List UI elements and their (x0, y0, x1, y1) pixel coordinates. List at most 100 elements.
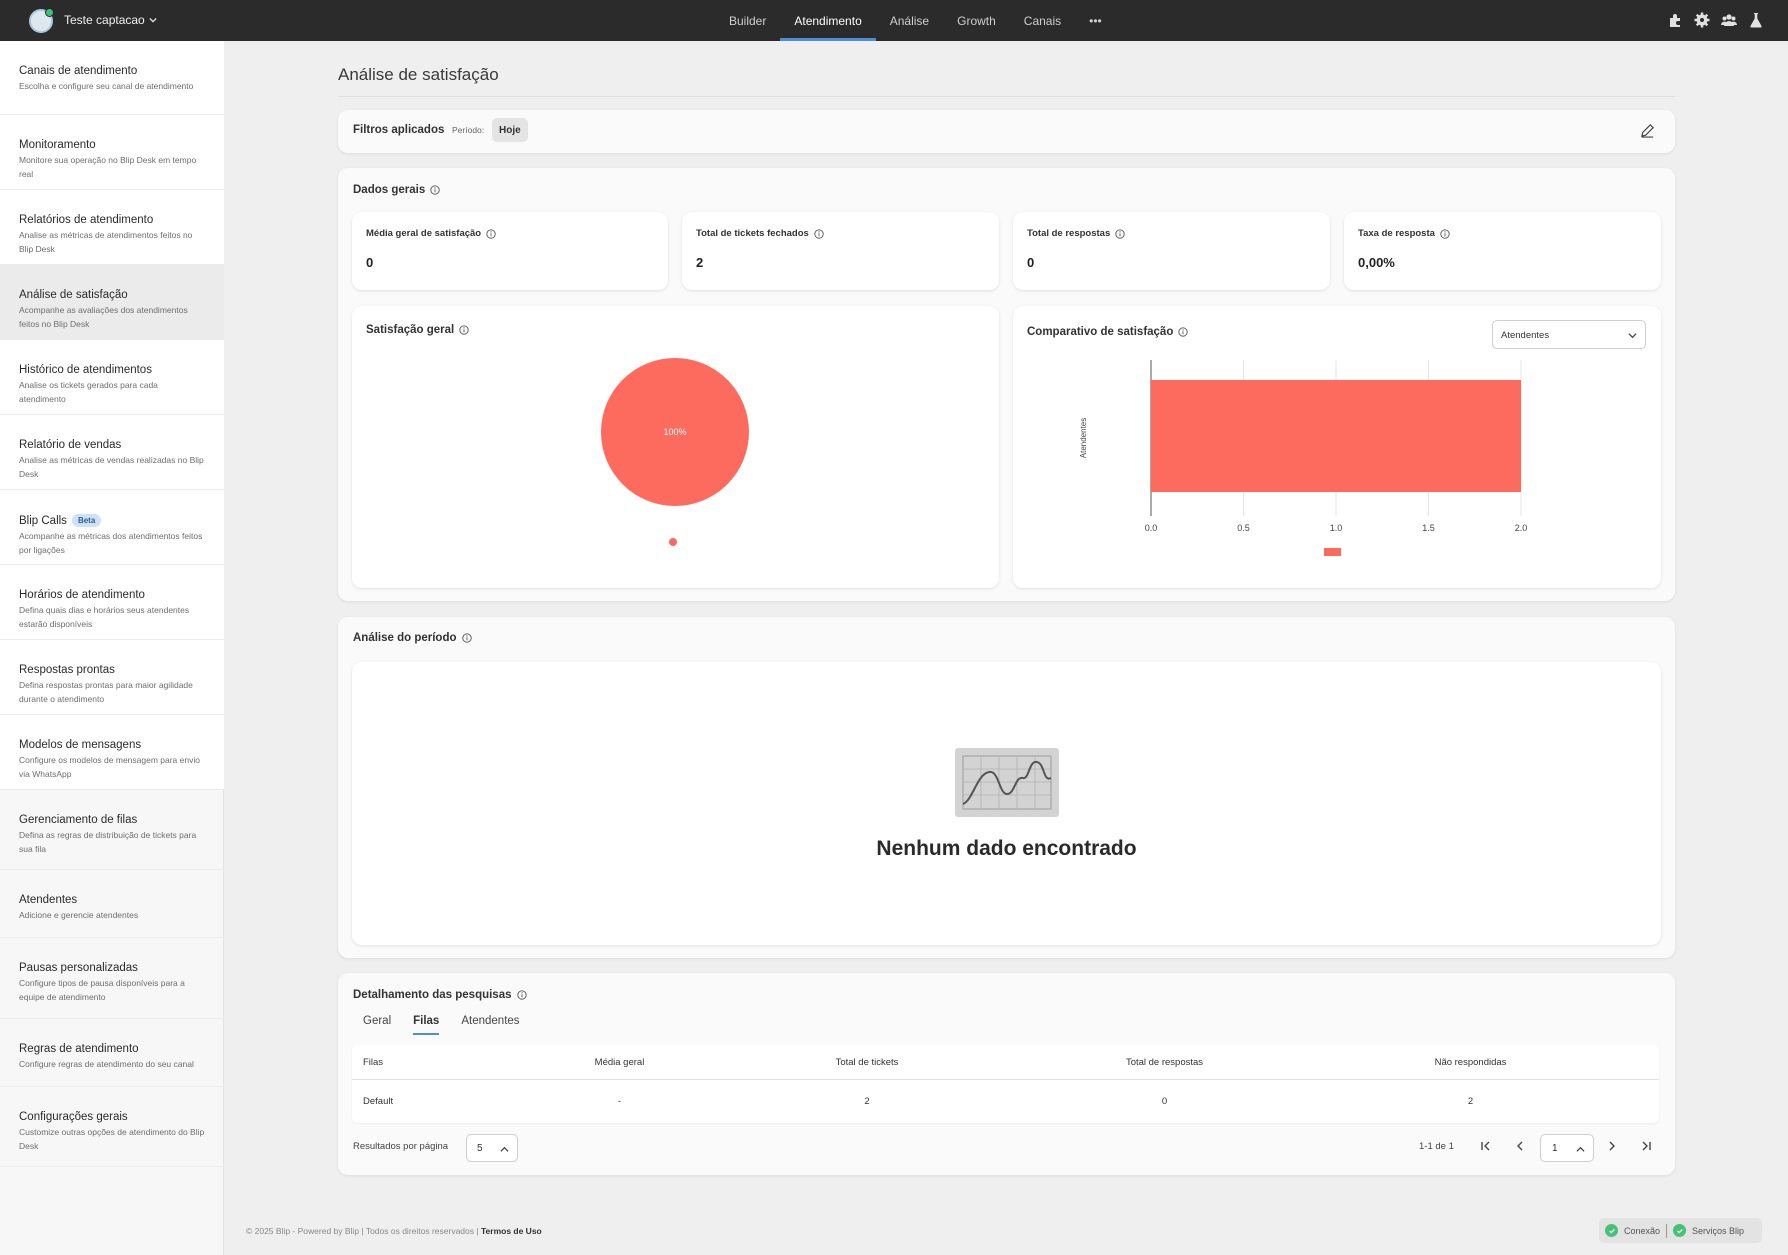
column-header[interactable]: Não respondidas (1282, 1057, 1659, 1068)
sidebar-item-desc: Acompanhe as avaliações dos atendimentos… (19, 305, 188, 329)
section-title-text: Dados gerais (353, 184, 426, 196)
sidebar-item-filas[interactable]: Gerenciamento de filas Defina as regras … (0, 790, 224, 870)
sidebar-item-modelos[interactable]: Modelos de mensagens Configure os modelo… (0, 715, 224, 790)
period-chip[interactable]: Hoje (492, 118, 528, 142)
x-tick-label: 2.0 (1515, 523, 1528, 533)
sidebar-item-atendentes[interactable]: Atendentes Adicione e gerencie atendente… (0, 870, 224, 938)
metric-value: 0 (366, 255, 374, 270)
check-icon (1673, 1224, 1687, 1237)
sidebar-item-desc: Defina respostas prontas para maior agil… (19, 680, 193, 704)
metric-value: 2 (696, 255, 704, 270)
account-switcher[interactable]: Teste captacao (64, 13, 157, 27)
sidebar-item-regras[interactable]: Regras de atendimento Configure regras d… (0, 1019, 224, 1087)
sidebar-item-canais[interactable]: Canais de atendimento Escolha e configur… (0, 41, 224, 115)
last-page-icon[interactable] (1638, 1138, 1654, 1154)
metric-label: Total de respostas (1027, 228, 1125, 239)
tab-filas[interactable]: Filas (402, 1015, 450, 1035)
edit-pencil-icon[interactable] (1640, 123, 1655, 138)
sidebar-item-desc: Analise os tickets gerados para cada ate… (19, 380, 158, 404)
first-page-icon[interactable] (1478, 1138, 1494, 1154)
sidebar-item-respostas[interactable]: Respostas prontas Defina respostas pront… (0, 640, 224, 715)
period-empty-state: Nenhum dado encontrado (352, 662, 1661, 945)
table-cell: - (617, 1096, 622, 1107)
sidebar-item-title: Relatórios de atendimento (19, 214, 154, 226)
info-icon[interactable] (814, 228, 824, 239)
info-icon[interactable] (516, 990, 527, 1000)
rows-per-page-label: Resultados por página (353, 1141, 449, 1152)
nav-analise[interactable]: Análise (876, 0, 943, 41)
rows-per-page-select[interactable]: 5 (466, 1134, 518, 1162)
chevron-down-icon (149, 17, 157, 23)
sidebar-item-title: Blip Calls Beta (19, 514, 206, 527)
main-nav: Builder Atendimento Análise Growth Canai… (715, 0, 1116, 41)
general-data-title: Dados gerais (353, 184, 440, 196)
nav-atendimento[interactable]: Atendimento (780, 0, 877, 41)
team-icon[interactable] (1721, 12, 1737, 28)
metric-card-taxa: Taxa de resposta 0,00% (1344, 212, 1661, 290)
sidebar-item-desc: Defina quais dias e horários seus atende… (19, 605, 190, 629)
beta-badge: Beta (71, 514, 102, 527)
lab-flask-icon[interactable] (1748, 12, 1764, 28)
account-name: Teste captacao (64, 13, 145, 27)
sidebar-item-relatorios[interactable]: Relatórios de atendimento Analise as mét… (0, 190, 224, 265)
table-cell: 2 (864, 1096, 870, 1107)
sidebar-item-blip-calls[interactable]: Blip Calls Beta Acompanhe as métricas do… (0, 490, 224, 565)
x-tick-label: 1.0 (1330, 523, 1343, 533)
column-header[interactable]: Média geral (552, 1057, 687, 1068)
info-icon[interactable] (461, 633, 472, 643)
title-divider (338, 96, 1675, 97)
comparison-card: Comparativo de satisfação Atendentes 0.0… (1013, 306, 1661, 588)
rows-per-page-value: 5 (477, 1143, 483, 1154)
period-analysis-title: Análise do período (353, 632, 472, 644)
status-connection: Conexão (1624, 1225, 1661, 1236)
sidebar-item-vendas[interactable]: Relatório de vendas Analise as métricas … (0, 415, 224, 490)
sidebar-item-historico[interactable]: Histórico de atendimentos Analise os tic… (0, 340, 224, 415)
info-icon[interactable] (1440, 228, 1450, 239)
sidebar-item-title: Relatório de vendas (19, 439, 122, 451)
bar-chart: 0.0 0.5 1.0 1.5 2.0 Atendentes (1079, 360, 1528, 556)
nav-more-button[interactable]: ••• (1075, 0, 1116, 41)
nav-growth[interactable]: Growth (943, 0, 1010, 41)
tab-geral[interactable]: Geral (352, 1015, 402, 1035)
online-status-icon (45, 8, 54, 17)
column-header[interactable]: Total de respostas (1047, 1057, 1282, 1068)
sidebar-item-pausas[interactable]: Pausas personalizadas Configure tipos de… (0, 938, 224, 1019)
metric-card-respostas: Total de respostas 0 (1013, 212, 1330, 290)
terms-link[interactable]: Termos de Uso (481, 1226, 542, 1236)
column-header[interactable]: Filas (352, 1057, 552, 1068)
sidebar-item-desc: Configure os modelos de mensagem para en… (19, 755, 200, 779)
sidebar-item-analise-satisfacao[interactable]: Análise de satisfação Acompanhe as avali… (0, 265, 224, 340)
tab-atendentes[interactable]: Atendentes (450, 1015, 530, 1035)
y-axis-label: Atendentes (1079, 418, 1088, 458)
sidebar-item-title: Monitoramento (19, 139, 96, 151)
info-icon[interactable] (486, 228, 496, 239)
pie-slice-label: 100% (663, 427, 686, 437)
service-status[interactable]: Conexão Serviços Blip (1599, 1218, 1762, 1243)
sidebar-item-desc: Escolha e configure seu canal de atendim… (19, 81, 194, 91)
sidebar-item-horarios[interactable]: Horários de atendimento Defina quais dia… (0, 565, 224, 640)
page-number-select[interactable]: 1 (1540, 1134, 1594, 1162)
extensions-icon[interactable] (1667, 12, 1683, 28)
bot-avatar-icon[interactable] (29, 8, 54, 33)
sidebar-item-configuracoes[interactable]: Configurações gerais Customize outras op… (0, 1087, 224, 1167)
filters-bar: Filtros aplicados Período: Hoje (338, 110, 1675, 153)
x-tick-label: 0.5 (1237, 523, 1250, 533)
page-title: Análise de satisfação (338, 65, 499, 84)
sidebar-item-title: Pausas personalizadas (19, 962, 138, 974)
table-row[interactable]: Default - 2 0 2 (352, 1080, 1659, 1123)
info-icon[interactable] (430, 185, 440, 195)
nav-canais[interactable]: Canais (1010, 0, 1075, 41)
prev-page-icon[interactable] (1512, 1138, 1528, 1154)
x-tick-label: 0.0 (1145, 523, 1158, 533)
table-cell: 2 (1467, 1096, 1474, 1107)
pie-chart: 100% (601, 358, 749, 546)
sidebar-item-title: Configurações gerais (19, 1111, 128, 1123)
nav-builder[interactable]: Builder (715, 0, 780, 41)
settings-gear-icon[interactable] (1694, 12, 1710, 28)
sidebar-item-monitoramento[interactable]: Monitoramento Monitore sua operação no B… (0, 115, 224, 190)
metric-label: Taxa de resposta (1358, 228, 1450, 239)
info-icon[interactable] (1115, 228, 1125, 239)
sidebar-item-label: Blip Calls (19, 514, 67, 527)
column-header[interactable]: Total de tickets (687, 1057, 1047, 1068)
next-page-icon[interactable] (1604, 1138, 1620, 1154)
